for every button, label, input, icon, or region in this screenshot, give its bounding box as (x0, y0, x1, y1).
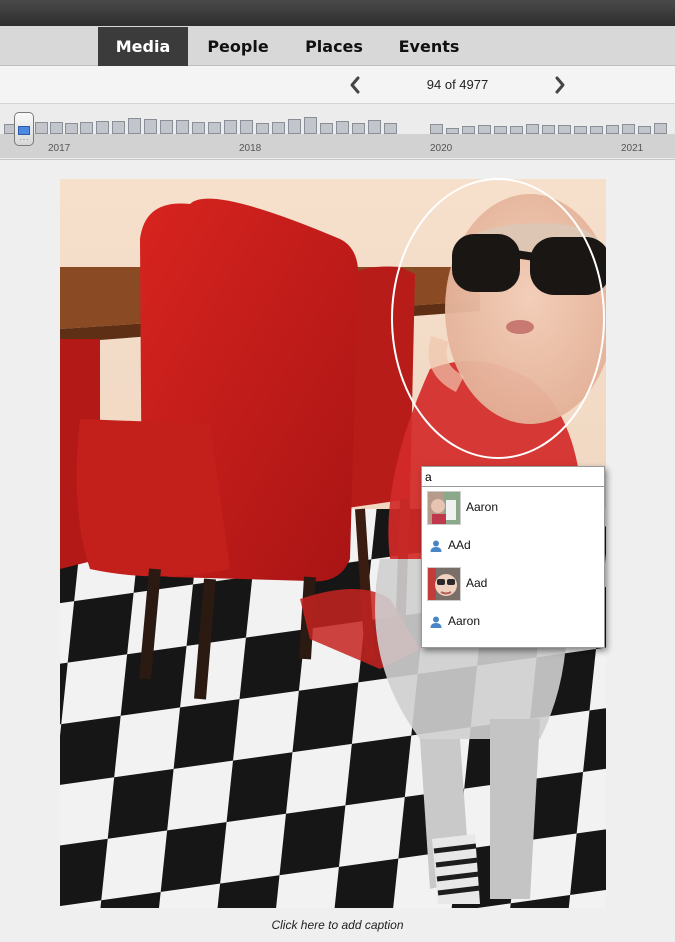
timeline-histogram-bar (288, 119, 301, 134)
face-tag-region[interactable] (391, 178, 605, 459)
timeline-histogram-bar (462, 126, 475, 134)
timeline-year-label: 2018 (239, 143, 262, 154)
timeline-histogram-bar (96, 121, 109, 134)
suggestion-item[interactable]: Aaron (422, 489, 604, 527)
main-tab-bar: Media People Places Events (0, 26, 675, 66)
timeline-histogram-bar (35, 122, 48, 134)
timeline-histogram-bar (224, 120, 237, 134)
timeline-histogram-bar (494, 126, 507, 134)
tag-person-dropdown: Aaron AAd Aad (421, 466, 605, 648)
timeline-year-label: 2017 (48, 143, 71, 154)
timeline-histogram-bar (208, 122, 221, 134)
timeline-histogram-bar (606, 125, 619, 134)
timeline-histogram-bar (192, 122, 205, 134)
timeline-histogram-bar (622, 124, 635, 134)
timeline-histogram-bar (654, 123, 667, 134)
tab-events[interactable]: Events (384, 27, 474, 66)
person-icon (429, 539, 443, 553)
timeline-histogram-bar (320, 123, 333, 134)
chevron-left-icon (350, 76, 360, 94)
suggestion-name: Aaron (448, 614, 481, 628)
timeline-histogram-bar (128, 118, 141, 134)
suggestion-name: Aad (466, 576, 488, 590)
timeline-histogram-bar (256, 123, 269, 134)
timeline-histogram-bar (384, 123, 397, 134)
timeline-histogram (0, 104, 675, 160)
timeline-histogram-bar (542, 125, 555, 134)
timeline-histogram-bar (272, 122, 285, 134)
timeline-histogram-bar (80, 122, 93, 134)
suggestion-name: AAd (448, 538, 471, 552)
caption-field[interactable]: Click here to add caption (0, 918, 675, 932)
timeline-year-label: 2021 (621, 143, 644, 154)
next-photo-button[interactable] (550, 74, 570, 96)
suggestion-item[interactable]: AAd (422, 527, 604, 565)
timeline-histogram-bar (510, 126, 523, 134)
timeline-histogram-bar (368, 120, 381, 134)
timeline-histogram-bar (304, 117, 317, 134)
previous-photo-button[interactable] (345, 74, 365, 96)
timeline-scrubber[interactable]: 2017 2018 2020 2021 ··· (0, 104, 675, 160)
photo-thumbnail (427, 567, 461, 601)
tab-places[interactable]: Places (290, 27, 378, 66)
timeline-histogram-bar (336, 121, 349, 134)
timeline-histogram-bar (65, 123, 78, 134)
timeline-histogram-bar (176, 120, 189, 134)
timeline-histogram-bar (590, 126, 603, 134)
photo-thumbnail (427, 491, 461, 525)
timeline-histogram-bar (638, 126, 651, 134)
timeline-slider-handle[interactable]: ··· (14, 112, 34, 146)
timeline-histogram-bar (558, 125, 571, 134)
timeline-histogram-bar (478, 125, 491, 134)
tab-media[interactable]: Media (98, 27, 188, 66)
timeline-histogram-bar (240, 120, 253, 134)
timeline-histogram-bar (144, 119, 157, 134)
suggestion-item[interactable]: Aaron (422, 603, 604, 641)
tag-name-input[interactable] (422, 467, 604, 487)
timeline-histogram-bar (112, 121, 125, 134)
photo-navigation-bar: 94 of 4977 (0, 66, 675, 104)
tab-people[interactable]: People (193, 27, 283, 66)
timeline-handle-grip: ··· (19, 135, 30, 144)
timeline-histogram-bar (446, 128, 459, 134)
timeline-year-label: 2020 (430, 143, 453, 154)
suggestion-item[interactable]: Aad (422, 565, 604, 603)
timeline-histogram-bar (430, 124, 443, 134)
chevron-right-icon (555, 76, 565, 94)
title-bar (0, 0, 675, 26)
suggestion-name: Aaron (466, 500, 499, 514)
timeline-histogram-bar (526, 124, 539, 134)
photo-counter: 94 of 4977 (426, 77, 489, 92)
timeline-histogram-bar (160, 120, 173, 134)
timeline-histogram-bar (50, 122, 63, 134)
timeline-handle-indicator (18, 126, 30, 135)
timeline-histogram-bar (352, 123, 365, 134)
person-icon (429, 615, 443, 629)
timeline-histogram-bar (574, 126, 587, 134)
